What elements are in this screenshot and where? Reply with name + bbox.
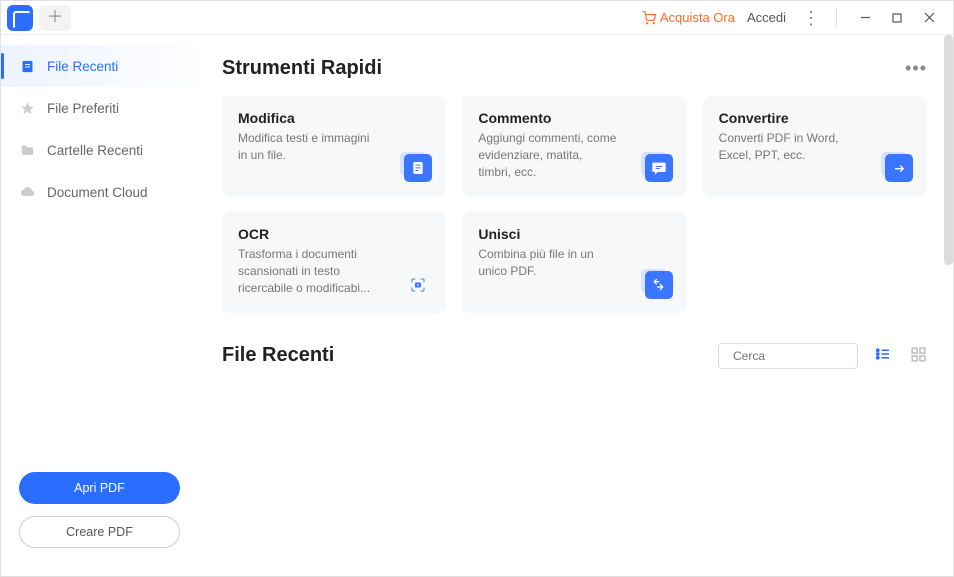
top-right-controls: Acquista Ora Accedi ⋮ [642,1,953,35]
sidebar-item-recent-files[interactable]: File Recenti [1,45,198,87]
card-title: OCR [238,226,432,242]
convert-icon [885,154,913,182]
app-logo[interactable] [7,5,33,31]
grid-view-toggle[interactable] [910,346,927,366]
sidebar-item-recent-folders[interactable]: Cartelle Recenti [1,129,198,171]
card-desc: Aggiungi commenti, come evidenziare, mat… [478,130,618,180]
recent-files-title: File Recenti [222,344,334,367]
sidebar-item-label: File Recenti [47,59,118,74]
tab-area: ＋ [39,5,71,31]
sidebar-item-label: Cartelle Recenti [47,143,143,158]
card-comment[interactable]: Commento Aggiungi commenti, come evidenz… [462,96,686,196]
buy-now-link[interactable]: Acquista Ora [642,10,735,25]
sidebar-item-cloud[interactable]: Document Cloud [1,171,198,213]
minimize-button[interactable] [849,1,881,35]
card-title: Convertire [719,110,913,126]
card-convert[interactable]: Convertire Converti PDF in Word, Excel, … [703,96,927,196]
more-menu-icon[interactable]: ⋮ [798,9,824,27]
edit-icon [404,154,432,182]
ocr-icon: T [404,271,432,299]
sidebar: File Recenti File Preferiti Cartelle Rec… [1,35,198,576]
window-controls [849,1,945,35]
star-icon [19,100,35,116]
search-input[interactable] [733,349,888,363]
doc-list-icon [19,58,35,74]
list-view-toggle[interactable] [874,345,892,366]
card-edit[interactable]: Modifica Modifica testi e immagini in un… [222,96,446,196]
card-desc: Converti PDF in Word, Excel, PPT, ecc. [719,130,859,164]
sidebar-item-label: Document Cloud [47,185,148,200]
folder-icon [19,142,35,158]
card-merge[interactable]: Unisci Combina più file in un unico PDF. [462,212,686,312]
card-desc: Modifica testi e immagini in un file. [238,130,378,164]
quick-tools-title: Strumenti Rapidi [222,57,382,80]
card-title: Modifica [238,110,432,126]
create-pdf-label: Creare PDF [66,525,133,539]
card-title: Unisci [478,226,672,242]
close-button[interactable] [913,1,945,35]
cloud-icon [19,184,35,200]
titlebar: ＋ Acquista Ora Accedi ⋮ [1,1,953,35]
open-pdf-button[interactable]: Apri PDF [19,472,180,504]
open-pdf-label: Apri PDF [74,481,125,495]
merge-icon [645,271,673,299]
more-icon[interactable]: ••• [905,58,927,79]
main-panel: Strumenti Rapidi ••• Modifica Modifica t… [198,35,953,576]
login-link[interactable]: Accedi [747,10,786,25]
new-tab-icon[interactable]: ＋ [47,10,63,26]
maximize-button[interactable] [881,1,913,35]
sidebar-item-favorites[interactable]: File Preferiti [1,87,198,129]
cart-icon [642,11,656,25]
card-desc: Combina più file in un unico PDF. [478,246,618,280]
card-ocr[interactable]: OCR Trasforma i documenti scansionati in… [222,212,446,312]
buy-now-label: Acquista Ora [660,10,735,25]
card-title: Commento [478,110,672,126]
create-pdf-button[interactable]: Creare PDF [19,516,180,548]
search-box[interactable] [718,343,858,369]
comment-icon [645,154,673,182]
divider [836,9,837,27]
sidebar-item-label: File Preferiti [47,101,119,116]
scrollbar[interactable] [944,35,953,265]
card-desc: Trasforma i documenti scansionati in tes… [238,246,378,296]
